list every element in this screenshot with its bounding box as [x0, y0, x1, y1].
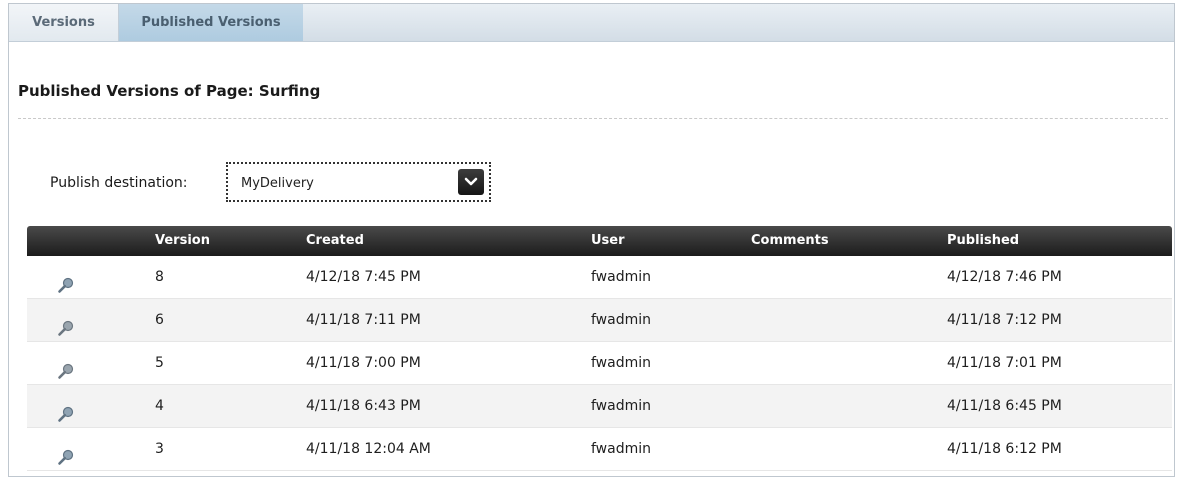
- version-cell: 3: [155, 441, 164, 457]
- published-cell: 4/11/18 6:12 PM: [947, 441, 1062, 457]
- created-cell: 4/11/18 7:00 PM: [306, 355, 421, 371]
- column-header-version[interactable]: Version: [155, 226, 210, 256]
- version-cell: 5: [155, 355, 164, 371]
- created-cell: 4/11/18 6:43 PM: [306, 398, 421, 414]
- versions-table: Version Created User Comments Published …: [27, 226, 1172, 471]
- published-versions-panel: Versions Published Versions Published Ve…: [8, 3, 1175, 477]
- version-cell: 4: [155, 398, 164, 414]
- table-header: Version Created User Comments Published: [27, 226, 1172, 256]
- column-header-published[interactable]: Published: [947, 226, 1019, 256]
- version-cell: 8: [155, 269, 164, 285]
- published-cell: 4/11/18 7:12 PM: [947, 312, 1062, 328]
- dropdown-button[interactable]: [458, 169, 484, 195]
- tab-bar: Versions Published Versions: [9, 4, 1174, 42]
- publish-destination-label: Publish destination:: [50, 175, 188, 191]
- column-header-user[interactable]: User: [591, 226, 625, 256]
- user-cell: fwadmin: [591, 398, 651, 414]
- magnifier-icon[interactable]: [57, 355, 75, 379]
- created-cell: 4/12/18 7:45 PM: [306, 269, 421, 285]
- column-header-created[interactable]: Created: [306, 226, 364, 256]
- divider: [18, 118, 1168, 119]
- table-row: 8 4/12/18 7:45 PM fwadmin 4/12/18 7:46 P…: [27, 256, 1172, 299]
- version-cell: 6: [155, 312, 164, 328]
- column-header-comments[interactable]: Comments: [751, 226, 829, 256]
- tab-versions[interactable]: Versions: [9, 4, 119, 41]
- magnifier-icon[interactable]: [57, 398, 75, 422]
- tab-published-versions[interactable]: Published Versions: [119, 4, 303, 41]
- publish-destination-value: MyDelivery: [241, 176, 314, 191]
- table-row: 5 4/11/18 7:00 PM fwadmin 4/11/18 7:01 P…: [27, 342, 1172, 385]
- magnifier-icon[interactable]: [57, 441, 75, 465]
- magnifier-icon[interactable]: [57, 312, 75, 336]
- table-row: 6 4/11/18 7:11 PM fwadmin 4/11/18 7:12 P…: [27, 299, 1172, 342]
- user-cell: fwadmin: [591, 441, 651, 457]
- published-cell: 4/12/18 7:46 PM: [947, 269, 1062, 285]
- publish-destination-select[interactable]: MyDelivery: [226, 162, 491, 202]
- user-cell: fwadmin: [591, 355, 651, 371]
- magnifier-icon[interactable]: [57, 269, 75, 293]
- table-row: 3 4/11/18 12:04 AM fwadmin 4/11/18 6:12 …: [27, 428, 1172, 471]
- created-cell: 4/11/18 7:11 PM: [306, 312, 421, 328]
- table-row: 4 4/11/18 6:43 PM fwadmin 4/11/18 6:45 P…: [27, 385, 1172, 428]
- created-cell: 4/11/18 12:04 AM: [306, 441, 431, 457]
- published-cell: 4/11/18 6:45 PM: [947, 398, 1062, 414]
- published-cell: 4/11/18 7:01 PM: [947, 355, 1062, 371]
- page-title: Published Versions of Page: Surfing: [18, 82, 321, 100]
- chevron-down-icon: [464, 177, 478, 186]
- user-cell: fwadmin: [591, 269, 651, 285]
- user-cell: fwadmin: [591, 312, 651, 328]
